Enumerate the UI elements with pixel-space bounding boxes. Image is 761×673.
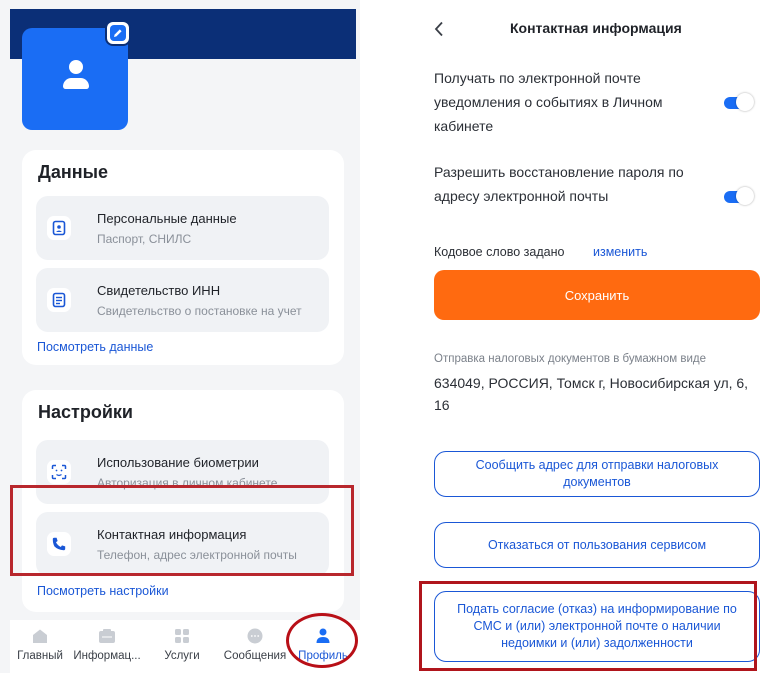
- pencil-icon: [110, 25, 126, 41]
- nav-home-label: Главный: [17, 650, 63, 662]
- password-recovery-toggle[interactable]: [720, 187, 754, 207]
- person-icon: [63, 60, 89, 94]
- codeword-status: Кодовое слово задано: [434, 245, 565, 259]
- nav-info[interactable]: Информац...: [70, 620, 144, 673]
- data-card-title: Данные: [38, 162, 108, 182]
- contact-info-screen: Контактная информация Получать по электр…: [420, 0, 761, 673]
- grid-icon: [175, 629, 189, 643]
- face-scan-icon: [47, 460, 71, 484]
- paper-documents-address: 634049, РОССИЯ, Томск г, Новосибирская у…: [434, 375, 749, 413]
- inn-certificate-item[interactable]: Свидетельство ИНН Свидетельство о постан…: [36, 268, 329, 332]
- inn-certificate-title: Свидетельство ИНН: [97, 283, 221, 298]
- paper-documents-label: Отправка налоговых документов в бумажном…: [434, 353, 706, 365]
- edit-avatar-button[interactable]: [107, 22, 129, 44]
- page-title: Контактная информация: [510, 20, 682, 36]
- view-data-link[interactable]: Посмотреть данные: [37, 340, 153, 354]
- highlight-contact-info-frame: [10, 485, 354, 576]
- save-button[interactable]: Сохранить: [434, 270, 760, 320]
- biometrics-title: Использование биометрии: [97, 455, 259, 470]
- nav-services[interactable]: Услуги: [144, 620, 220, 673]
- document-person-icon: [47, 216, 71, 240]
- chevron-left-icon: [434, 21, 443, 37]
- home-icon: [33, 629, 47, 643]
- inn-certificate-subtitle: Свидетельство о постановке на учет: [97, 304, 302, 318]
- highlight-consent-frame: [419, 581, 757, 671]
- report-address-button[interactable]: Сообщить адрес для отправки налоговых до…: [434, 451, 760, 497]
- nav-home[interactable]: Главный: [10, 620, 70, 673]
- highlight-profile-circle: [286, 613, 358, 668]
- personal-data-title: Персональные данные: [97, 211, 237, 226]
- data-card: Данные Персональные данные Паспорт, СНИЛ…: [22, 150, 344, 365]
- nav-info-label: Информац...: [73, 650, 141, 662]
- email-notifications-toggle[interactable]: [720, 93, 754, 113]
- certificate-icon: [47, 288, 71, 312]
- settings-card-title: Настройки: [38, 402, 133, 422]
- message-icon: [247, 628, 263, 644]
- email-notifications-text: Получать по электронной почте уведомлени…: [434, 70, 663, 134]
- password-recovery-text: Разрешить восстановление пароля по адрес…: [434, 164, 684, 204]
- personal-data-subtitle: Паспорт, СНИЛС: [97, 232, 192, 246]
- nav-services-label: Услуги: [164, 650, 200, 662]
- info-icon: [99, 629, 115, 643]
- refuse-service-button[interactable]: Отказаться от пользования сервисом: [434, 522, 760, 568]
- change-codeword-link[interactable]: изменить: [593, 245, 647, 259]
- personal-data-item[interactable]: Персональные данные Паспорт, СНИЛС: [36, 196, 329, 260]
- nav-messages-label: Сообщения: [223, 650, 287, 662]
- nav-messages[interactable]: Сообщения: [220, 620, 290, 673]
- view-settings-link[interactable]: Посмотреть настройки: [37, 584, 169, 598]
- back-button[interactable]: [428, 16, 450, 42]
